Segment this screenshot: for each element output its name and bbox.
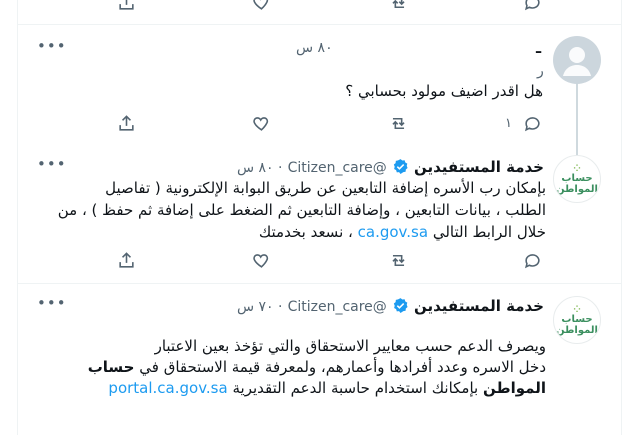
brand-line1: حساب (561, 173, 593, 184)
more-icon[interactable]: ••• (37, 155, 67, 173)
brand-line2: المواطن (555, 184, 598, 195)
tweet-text-span: خلال الرابط التالي (432, 223, 546, 241)
like-icon[interactable] (251, 0, 273, 14)
author-handle[interactable]: ر (537, 63, 544, 79)
tweet[interactable]: ⁘ حساب المواطن خدمة المستفيدين @Citizen_… (18, 284, 621, 435)
retweet-icon[interactable] (388, 0, 410, 14)
tweet-header: خدمة المستفيدين @Citizen_care · ٧٠ س (236, 297, 544, 315)
more-icon[interactable]: ••• (37, 294, 67, 312)
tweet-header: خدمة المستفيدين @Citizen_care · ٨٠ س (236, 158, 544, 176)
author-handle[interactable]: @Citizen_care (288, 160, 387, 176)
like-icon[interactable] (251, 250, 273, 272)
tweet-time[interactable]: ٧٠ س (237, 299, 274, 315)
tweet-text-line: الطلب ، بيانات التابعين ، وإضافة التابعي… (57, 201, 546, 219)
author-name[interactable]: خدمة المستفيدين (414, 158, 544, 176)
share-icon[interactable] (116, 0, 138, 14)
more-icon[interactable]: ••• (37, 37, 67, 55)
tweet-text-line: خلال الرابط التالي ca.gov.sa ، نسعد بخدم… (26, 221, 546, 243)
brand-dots: ⁘ (573, 164, 581, 174)
tweet-text: ويصرف الدعم حسب معايير الاستحقاق والتي ت… (26, 336, 546, 399)
author-handle[interactable]: @Citizen_care (288, 299, 387, 315)
tweet-link[interactable]: portal.ca.gov.sa (108, 379, 227, 397)
tweet-text-span: ، نسعد بخدمتك (258, 223, 353, 241)
verified-icon (393, 159, 408, 174)
verified-icon (393, 298, 408, 313)
avatar[interactable]: ⁘ حساب المواطن (553, 155, 601, 203)
avatar[interactable] (553, 36, 601, 84)
tweet-text: بإمكان رب الأسره إضافة التابعين عن طريق … (26, 177, 546, 243)
share-icon[interactable] (116, 250, 138, 272)
retweet-icon[interactable] (388, 250, 410, 272)
brand-logo: ⁘ حساب المواطن (554, 164, 600, 196)
tweet-text-span: ويصرف الدعم حسب معايير الاستحقاق والتي ت… (154, 337, 546, 355)
timeline: ـ ر ٨٠ س ••• هل اقدر اضيف مولود بحسابي ؟… (17, 0, 622, 435)
tweet-time[interactable]: ٨٠ س (296, 40, 333, 56)
tweet-link[interactable]: ca.gov.sa (358, 223, 428, 241)
like-icon[interactable] (251, 113, 273, 135)
tweet-text-line: بإمكان رب الأسره إضافة التابعين عن طريق … (105, 179, 546, 197)
tweet-text-line: دخل الاسره وعدد أفرادها وأعمارهم، ولمعرف… (26, 357, 546, 378)
brand-dots: ⁘ (573, 305, 581, 315)
brand-line1: حساب (561, 314, 593, 325)
author-name[interactable]: خدمة المستفيدين (414, 297, 544, 315)
tweet-time[interactable]: ٨٠ س (237, 160, 274, 176)
share-icon[interactable] (116, 113, 138, 135)
tweet[interactable]: ⁘ حساب المواطن خدمة المستفيدين @Citizen_… (18, 143, 621, 283)
tweet-text-bold: المواطن (482, 379, 546, 397)
tweet-text-span: دخل الاسره وعدد أفرادها وأعمارهم، ولمعرف… (139, 358, 546, 376)
brand-logo: ⁘ حساب المواطن (554, 305, 600, 337)
retweet-icon[interactable] (388, 113, 410, 135)
reply-icon[interactable] (522, 250, 544, 272)
avatar[interactable]: ⁘ حساب المواطن (553, 296, 601, 344)
tweet-text-line: المواطن بإمكانك استخدام حاسبة الدعم التق… (26, 378, 546, 399)
brand-line2: المواطن (555, 325, 598, 336)
tweet-text-line: ويصرف الدعم حسب معايير الاستحقاق والتي ت… (26, 336, 546, 357)
reply-icon[interactable] (522, 113, 544, 135)
tweet[interactable]: ـ ر ٨٠ س ••• هل اقدر اضيف مولود بحسابي ؟… (18, 25, 621, 171)
reply-icon[interactable] (522, 0, 544, 14)
tweet-text-span: بإمكانك استخدام حاسبة الدعم التقديرية (232, 379, 479, 397)
reply-count: ١ (505, 116, 512, 131)
tweet-text: هل اقدر اضيف مولود بحسابي ؟ (345, 82, 543, 100)
tweet-text-bold: حساب (87, 358, 135, 376)
author-name[interactable]: ـ (536, 39, 541, 57)
